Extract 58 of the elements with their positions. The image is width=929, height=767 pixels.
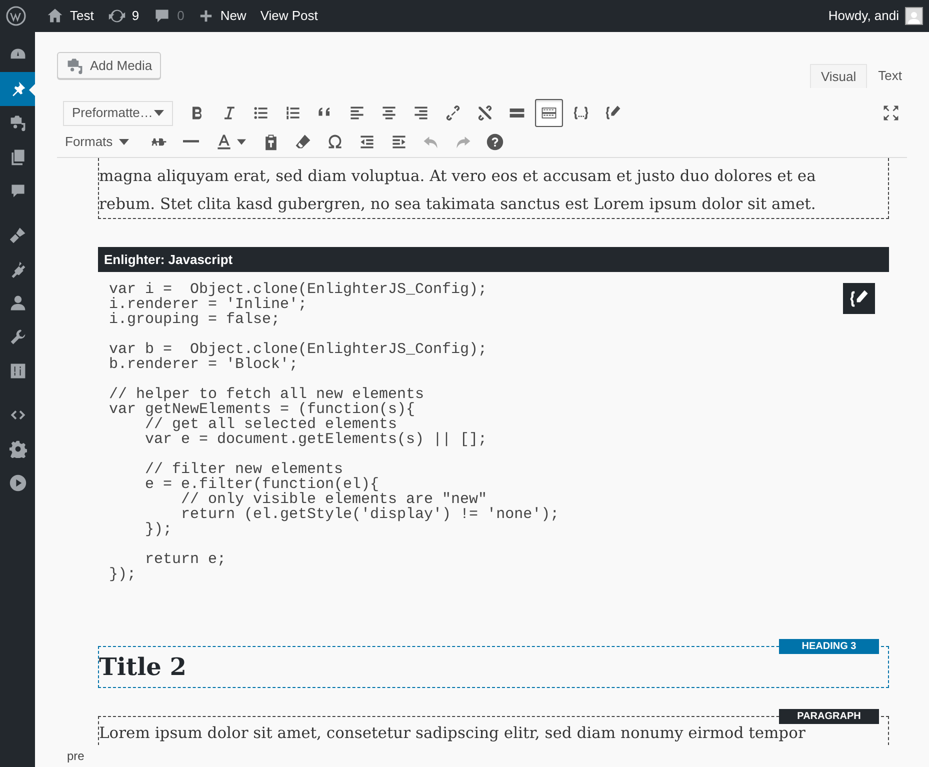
admin-bar-link[interactable]: Test <box>46 6 94 26</box>
formats-dropdown[interactable]: Formats <box>57 129 137 154</box>
align-right-icon <box>412 104 430 122</box>
eraser-icon <box>294 132 312 150</box>
camera-music-icon <box>66 56 84 74</box>
heading-text: Title 2 <box>99 652 187 682</box>
user-icon[interactable] <box>8 294 26 312</box>
editor-tab[interactable]: Text <box>867 64 913 88</box>
align-center-icon <box>380 104 398 122</box>
caret-icon <box>118 138 129 144</box>
speech-bubble-icon[interactable] <box>8 182 26 200</box>
unlink-icon <box>476 104 494 122</box>
code-text: var i = Object.clone(EnlighterJS_Config); i.renderer = 'Inline'; i.grouping = false; var b = Object.clone(EnlighterJS_Config); b.renderer = 'Block'; // helper to fetch all new elements var getNewElements = (function(s){ // get all selected elements var e = document.getElements(s) || []; // filter new elements e = e.filter(function(el){ // only visible elements are "new" return (el.getStyle('display') != 'none'); }); return e; }); <box>109 282 560 582</box>
home-icon <box>46 7 64 25</box>
braces-icon <box>572 104 590 122</box>
align-left-icon <box>348 104 366 122</box>
caret-icon <box>154 110 164 116</box>
admin-bar-link[interactable]: View Post <box>260 6 318 26</box>
sliders-icon[interactable] <box>8 362 26 380</box>
add-media-button[interactable]: Add Media <box>57 52 162 79</box>
bulleted-list-icon <box>252 104 270 122</box>
paragraph-text: Lorem ipsum dolor sit amet, consetetur sadipscing elitr, sed diam nonumy eirmod tempor <box>99 723 806 744</box>
speech-bubble-icon <box>153 7 172 25</box>
admin-bar-link[interactable]: 9 <box>108 6 140 26</box>
account-menu[interactable]: Howdy, andi <box>828 6 923 26</box>
current-menu-pointer <box>29 84 35 96</box>
wordpress-logo-icon[interactable] <box>6 6 26 26</box>
refresh-icon <box>108 7 126 25</box>
paintbrush-icon[interactable] <box>8 226 26 244</box>
pages-icon[interactable] <box>8 148 26 166</box>
avatar-icon <box>905 7 923 25</box>
braces-pen-icon <box>604 104 622 122</box>
outdent-icon <box>358 132 376 150</box>
fullscreen-icon <box>882 104 900 122</box>
link-icon <box>444 104 462 122</box>
element-path[interactable]: pre <box>67 747 84 765</box>
settings-icon[interactable] <box>8 440 26 458</box>
braces-pen-icon <box>848 288 870 310</box>
indent-icon <box>390 132 408 150</box>
admin-bar-link[interactable]: New <box>198 6 246 26</box>
plus-icon <box>198 8 214 24</box>
code-block-header: Enlighter: Javascript <box>98 247 889 272</box>
play-icon[interactable] <box>8 474 26 492</box>
horizontal-line-icon <box>182 140 199 143</box>
block-type-label: HEADING 3 <box>779 639 879 654</box>
help-icon <box>486 132 504 150</box>
text-color-icon <box>215 132 234 150</box>
omega-icon <box>326 132 344 150</box>
caret-icon <box>237 138 246 144</box>
keyboard-button[interactable] <box>535 99 563 127</box>
camera-music-icon[interactable] <box>8 114 26 132</box>
format-dropdown[interactable]: Preformatte… <box>63 100 173 126</box>
numbered-list-icon <box>284 104 302 122</box>
edit-code-button[interactable] <box>843 283 875 314</box>
block-type-label: PARAGRAPH <box>779 709 879 724</box>
wrench-icon[interactable] <box>8 328 26 346</box>
paragraph-text: magna aliquyam erat, sed diam voluptua. At vero eos et accusam et justo duo dolores et ea rebum. Stet clita kasd gubergren, no sea takimata sanctus est Lorem ipsum dolor sit amet. <box>99 166 817 215</box>
editor-tab[interactable]: Visual <box>810 64 868 88</box>
